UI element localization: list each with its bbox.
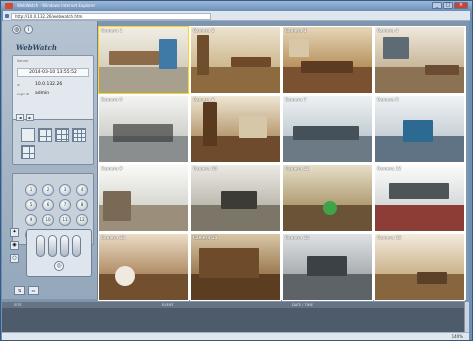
- close-button[interactable]: ×: [454, 2, 468, 9]
- iris-slider[interactable]: [60, 235, 69, 257]
- server-section-label: Server: [17, 59, 29, 63]
- camera-key[interactable]: 9: [25, 214, 37, 226]
- ptz-center-button[interactable]: ◎: [54, 261, 64, 271]
- camera-view[interactable]: Camera 11: [282, 164, 373, 232]
- event-log-scrollbar[interactable]: [464, 302, 469, 333]
- ptz-side-buttons: ✦ ◉ ○: [10, 228, 19, 263]
- browser-icon: [5, 3, 13, 9]
- camera-view[interactable]: Camera 1: [98, 26, 189, 94]
- info-icon[interactable]: i: [24, 25, 33, 34]
- ip-label: IP: [17, 83, 20, 87]
- focus-slider[interactable]: [48, 235, 57, 257]
- speed-slider[interactable]: [72, 235, 81, 257]
- camera-key[interactable]: 3: [59, 184, 71, 196]
- zoom-level[interactable]: 140%: [452, 333, 463, 341]
- column-datetime[interactable]: DATE / TIME: [292, 302, 313, 308]
- camera-label: Camera 16: [377, 235, 402, 240]
- camera-view[interactable]: Camera 15: [282, 233, 373, 301]
- ptz-preset-button[interactable]: ◉: [10, 241, 19, 250]
- camera-view[interactable]: Camera 3: [282, 26, 373, 94]
- camera-key[interactable]: 4: [76, 184, 88, 196]
- maximize-button[interactable]: □: [443, 2, 453, 9]
- layout-3x3-button[interactable]: [55, 128, 69, 142]
- event-log-panel: SITE EVENT DATE / TIME: [2, 301, 469, 333]
- layout-2x2-button[interactable]: [38, 128, 52, 142]
- camera-key[interactable]: 10: [42, 214, 54, 226]
- camera-label: Camera 8: [377, 97, 399, 102]
- swap-icon[interactable]: ⇅: [14, 286, 25, 295]
- ip-value: 10.0.132.26: [35, 82, 63, 87]
- camera-key[interactable]: 2: [42, 184, 54, 196]
- layout-1x1-button[interactable]: [21, 128, 35, 142]
- camera-view[interactable]: Camera 10: [190, 164, 281, 232]
- camera-label: Camera 7: [285, 97, 307, 102]
- camera-view[interactable]: Camera 6: [190, 95, 281, 163]
- camera-key[interactable]: 7: [59, 199, 71, 211]
- camera-key[interactable]: 8: [76, 199, 88, 211]
- webwatch-app: ◍ i WebWatch Server 2014-03-10 13:55:52 …: [2, 21, 469, 333]
- camera-label: Camera 15: [285, 235, 310, 240]
- layout-4x4-button[interactable]: [72, 128, 86, 142]
- camera-label: Camera 6: [193, 97, 215, 102]
- camera-key[interactable]: 5: [25, 199, 37, 211]
- camera-label: Camera 3: [285, 28, 307, 33]
- camera-label: Camera 1: [101, 28, 123, 33]
- datetime-display: 2014-03-10 13:55:52: [17, 68, 89, 77]
- title-bar: WebWatch - Windows Internet Explorer _ □…: [1, 1, 472, 11]
- window-title: WebWatch - Windows Internet Explorer: [17, 3, 96, 8]
- camera-label: Camera 13: [101, 235, 126, 240]
- camera-label: Camera 5: [101, 97, 123, 102]
- column-event[interactable]: EVENT: [162, 302, 174, 308]
- ptz-stop-button[interactable]: ○: [10, 254, 19, 263]
- camera-view[interactable]: Camera 7: [282, 95, 373, 163]
- control-sidebar: ◍ i WebWatch Server 2014-03-10 13:55:52 …: [2, 21, 98, 299]
- column-site[interactable]: SITE: [14, 302, 22, 308]
- page-icon: [5, 14, 9, 18]
- camera-view[interactable]: Camera 4: [374, 26, 465, 94]
- camera-view[interactable]: Camera 5: [98, 95, 189, 163]
- globe-icon[interactable]: ◍: [12, 25, 21, 34]
- camera-key[interactable]: 6: [42, 199, 54, 211]
- app-logo: WebWatch: [16, 43, 58, 52]
- ptz-control-pad: ◎: [26, 229, 92, 277]
- camera-view[interactable]: Camera 13: [98, 233, 189, 301]
- camera-label: Camera 10: [193, 166, 218, 171]
- camera-label: Camera 2: [193, 28, 215, 33]
- minimize-button[interactable]: _: [432, 2, 442, 9]
- prev-division-button[interactable]: ◄: [16, 114, 24, 121]
- camera-view[interactable]: Camera 16: [374, 233, 465, 301]
- event-log-header: SITE EVENT DATE / TIME: [2, 302, 464, 308]
- address-bar: http://10.0.132.26/webwatch.htm: [3, 11, 470, 21]
- camera-view[interactable]: Camera 2: [190, 26, 281, 94]
- user-label: Login ID: [17, 92, 30, 96]
- layout-custom-button[interactable]: [21, 145, 35, 159]
- camera-label: Camera 9: [101, 166, 123, 171]
- camera-label: Camera 4: [377, 28, 399, 33]
- zoom-slider[interactable]: [36, 235, 45, 257]
- status-bar: 140%: [2, 332, 469, 340]
- ptz-mode-button[interactable]: ✦: [10, 228, 19, 237]
- camera-label: Camera 14: [193, 235, 218, 240]
- fullscreen-icon[interactable]: ▭: [28, 286, 39, 295]
- camera-view[interactable]: Camera 14: [190, 233, 281, 301]
- camera-key[interactable]: 1: [25, 184, 37, 196]
- camera-view[interactable]: Camera 12: [374, 164, 465, 232]
- camera-key[interactable]: 11: [59, 214, 71, 226]
- camera-key[interactable]: 12: [76, 214, 88, 226]
- url-field[interactable]: http://10.0.132.26/webwatch.htm: [11, 13, 211, 20]
- camera-label: Camera 12: [377, 166, 402, 171]
- screen-division-panel: ◄ ►: [12, 114, 94, 165]
- user-value: admin: [35, 91, 50, 96]
- camera-grid: Camera 1 Camera 2 Camera 3 Camera 4 Came…: [98, 26, 466, 301]
- camera-view[interactable]: Camera 8: [374, 95, 465, 163]
- next-division-button[interactable]: ►: [26, 114, 34, 121]
- camera-view[interactable]: Camera 9: [98, 164, 189, 232]
- camera-label: Camera 11: [285, 166, 310, 171]
